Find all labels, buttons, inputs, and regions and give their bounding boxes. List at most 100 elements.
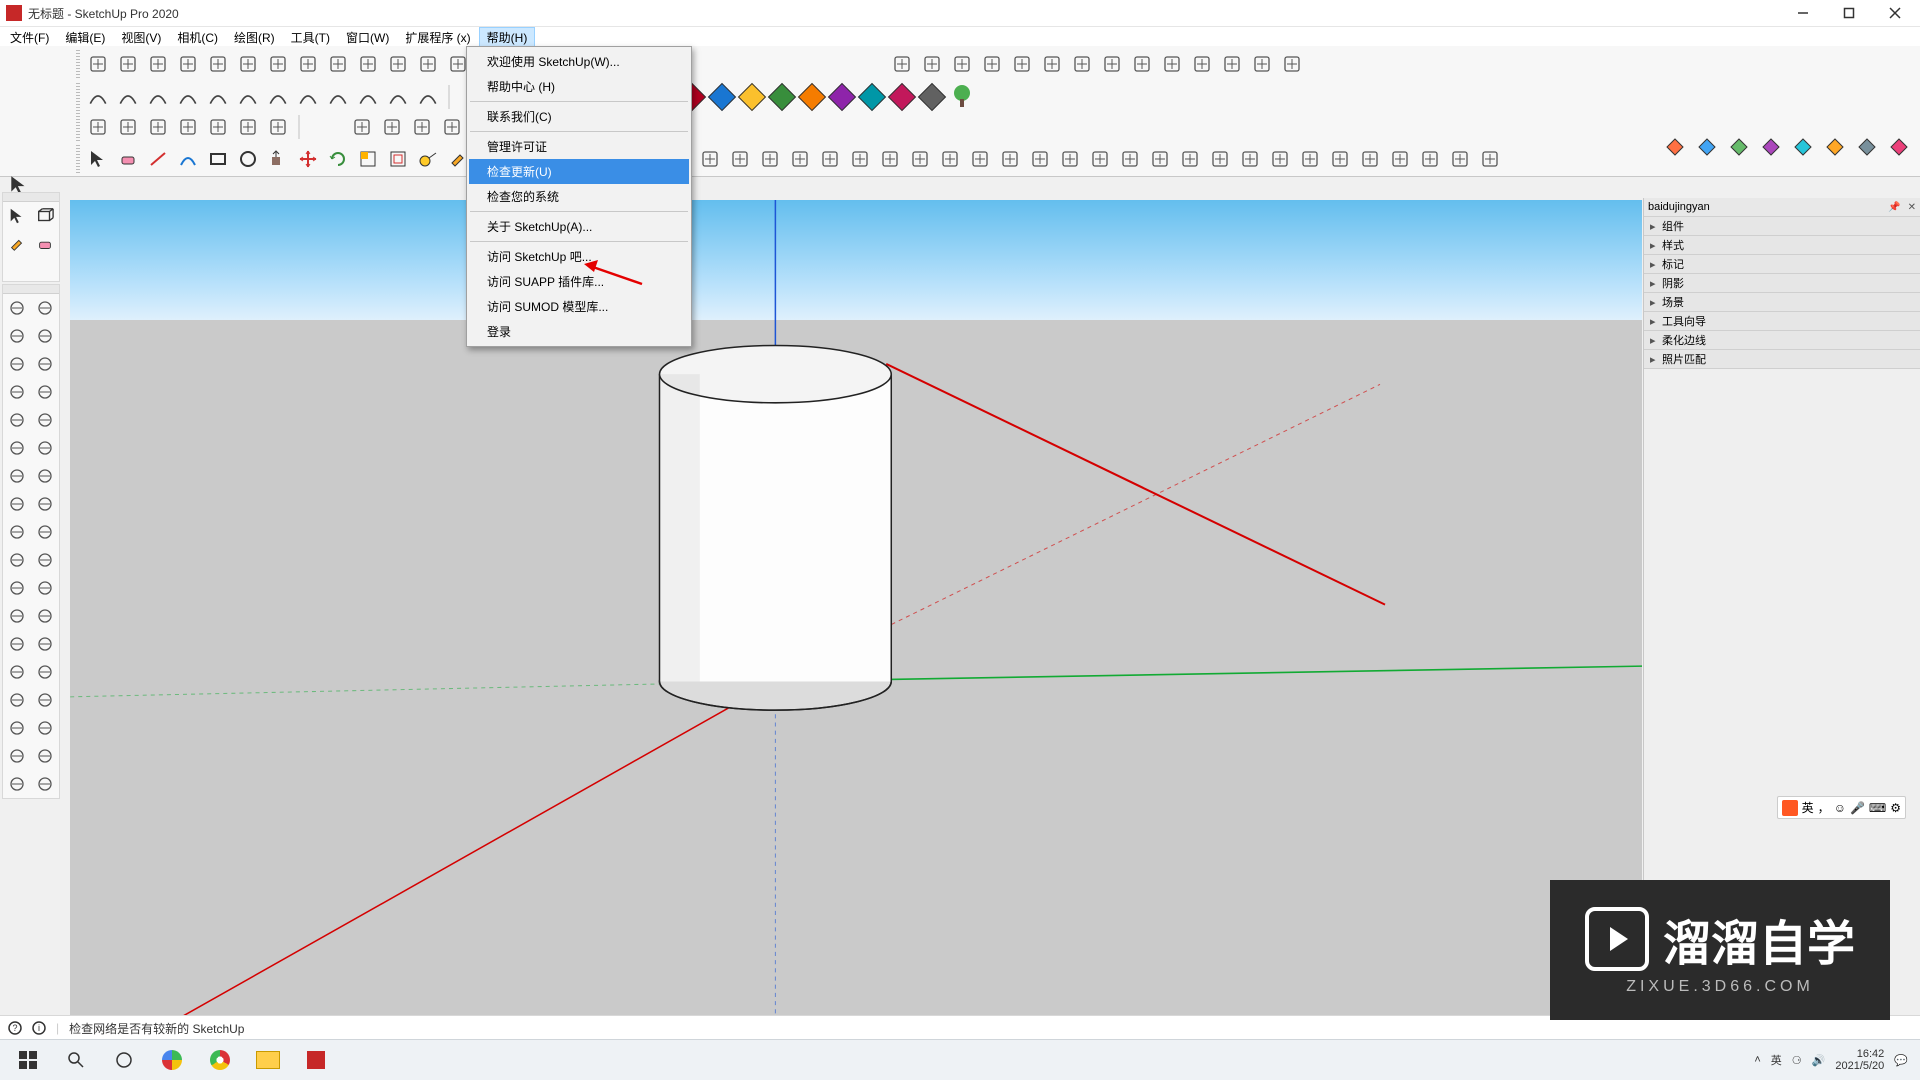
prev-icon[interactable] xyxy=(1248,50,1276,78)
tape-button[interactable] xyxy=(414,145,442,173)
tag2-icon[interactable] xyxy=(1446,145,1474,173)
ime-settings-icon[interactable]: ⚙ xyxy=(1890,801,1901,815)
tray-样式[interactable]: ▸样式 xyxy=(1644,236,1920,255)
solid2-icon[interactable] xyxy=(1820,132,1850,162)
revolve-icon[interactable] xyxy=(294,50,322,78)
tangent-icon[interactable] xyxy=(414,83,442,111)
loft-icon[interactable] xyxy=(324,50,352,78)
style1-icon[interactable] xyxy=(3,742,31,770)
line2-button[interactable] xyxy=(144,145,172,173)
group4-icon[interactable] xyxy=(876,145,904,173)
tape2-icon[interactable] xyxy=(3,518,31,546)
close-button[interactable] xyxy=(1872,0,1918,26)
ime-mic-icon[interactable]: 🎤 xyxy=(1850,801,1865,815)
pie-icon[interactable] xyxy=(31,378,59,406)
house3-icon[interactable] xyxy=(966,145,994,173)
menu-x[interactable]: 扩展程序 (x) xyxy=(397,27,478,48)
house5-icon[interactable] xyxy=(1026,145,1054,173)
tray-组件[interactable]: ▸组件 xyxy=(1644,217,1920,236)
tray-工具向导[interactable]: ▸工具向导 xyxy=(1644,312,1920,331)
eraser-button[interactable] xyxy=(114,145,142,173)
help-menu-item[interactable]: 登录 xyxy=(469,319,689,344)
orbit-icon[interactable] xyxy=(1218,50,1246,78)
eye-off-icon[interactable] xyxy=(264,113,292,141)
rect-icon[interactable] xyxy=(3,322,31,350)
start-button[interactable] xyxy=(6,1040,50,1080)
circle-icon[interactable] xyxy=(3,350,31,378)
arc3-button[interactable] xyxy=(174,145,202,173)
tray-pin-icon[interactable]: 📌 xyxy=(1888,202,1900,213)
circle-icon[interactable] xyxy=(204,83,232,111)
protractor2-icon[interactable] xyxy=(31,518,59,546)
tag-color-1[interactable] xyxy=(708,83,736,111)
ime-emoji-icon[interactable]: ☺ xyxy=(1834,801,1846,815)
help-menu-item[interactable]: 联系我们(C) xyxy=(469,104,689,129)
eye-icon[interactable] xyxy=(234,113,262,141)
iso-icon[interactable] xyxy=(888,50,916,78)
tray-标记[interactable]: ▸标记 xyxy=(1644,255,1920,274)
offset2-button[interactable] xyxy=(384,145,412,173)
offset-r-icon[interactable] xyxy=(3,490,31,518)
text2-icon[interactable] xyxy=(3,546,31,574)
help-menu-item[interactable]: 访问 SUMOD 模型库... xyxy=(469,294,689,319)
pan3-icon[interactable] xyxy=(31,602,59,630)
taskbar-app-chrome[interactable] xyxy=(198,1040,242,1080)
tray-柔化边线[interactable]: ▸柔化边线 xyxy=(1644,331,1920,350)
render1-icon[interactable] xyxy=(3,770,31,798)
comp-make-icon[interactable] xyxy=(84,113,112,141)
rotate-g-icon[interactable] xyxy=(3,434,31,462)
rect-rot-icon[interactable] xyxy=(31,322,59,350)
scale-y-icon[interactable] xyxy=(3,462,31,490)
shape-icon[interactable] xyxy=(144,50,172,78)
ime-punct[interactable]: ， xyxy=(1818,799,1830,816)
scale-button[interactable] xyxy=(354,145,382,173)
style2-icon[interactable] xyxy=(31,742,59,770)
minimize-button[interactable] xyxy=(1780,0,1826,26)
doc2-icon[interactable] xyxy=(1086,145,1114,173)
back-icon[interactable] xyxy=(1008,50,1036,78)
extrude-icon[interactable] xyxy=(384,50,412,78)
front-icon[interactable] xyxy=(948,50,976,78)
star2-icon[interactable] xyxy=(1326,145,1354,173)
tree-icon[interactable] xyxy=(948,83,976,111)
tag-color-2[interactable] xyxy=(738,83,766,111)
freehand-icon[interactable] xyxy=(31,294,59,322)
bezier-icon[interactable] xyxy=(384,83,412,111)
help-icon[interactable]: ? xyxy=(8,1021,22,1035)
flip-icon[interactable] xyxy=(31,434,59,462)
sandbox2-icon[interactable] xyxy=(31,714,59,742)
line-icon[interactable] xyxy=(84,83,112,111)
model-viewport[interactable] xyxy=(70,200,1642,1040)
gear-icon[interactable] xyxy=(1476,145,1504,173)
cut-icon[interactable] xyxy=(408,113,436,141)
walk-icon[interactable] xyxy=(1098,50,1126,78)
follow-icon[interactable] xyxy=(31,406,59,434)
pointer-icon[interactable] xyxy=(3,202,31,230)
tray-chevron-icon[interactable]: ˄ xyxy=(1754,1054,1760,1066)
solid3-icon[interactable] xyxy=(1852,132,1882,162)
polygon-icon[interactable] xyxy=(31,350,59,378)
help-menu-item[interactable]: 检查更新(U) xyxy=(469,159,689,184)
help-menu-item[interactable]: 帮助中心 (H) xyxy=(469,74,689,99)
zoom-ext-icon[interactable] xyxy=(1158,50,1186,78)
prev-view-icon[interactable] xyxy=(31,658,59,686)
torus-icon[interactable] xyxy=(696,145,724,173)
persp-icon[interactable] xyxy=(1068,50,1096,78)
left-icon[interactable] xyxy=(1038,50,1066,78)
taskbar-app-browser[interactable] xyxy=(150,1040,194,1080)
tray-network-icon[interactable]: ⚆ xyxy=(1792,1054,1802,1067)
tag-color-3[interactable] xyxy=(768,83,796,111)
book1-icon[interactable] xyxy=(1176,145,1204,173)
help-menu-item[interactable]: 关于 SketchUp(A)... xyxy=(469,214,689,239)
rect2-button[interactable] xyxy=(204,145,232,173)
doc3-icon[interactable] xyxy=(1116,145,1144,173)
taskbar-app-sketchup[interactable] xyxy=(294,1040,338,1080)
replace-icon[interactable] xyxy=(174,113,202,141)
tray-ime-icon[interactable]: 英 xyxy=(1771,1052,1782,1068)
lasso-icon[interactable] xyxy=(114,50,142,78)
shield-icon[interactable] xyxy=(1416,145,1444,173)
3pt-icon[interactable] xyxy=(354,83,382,111)
pushpull-button[interactable] xyxy=(264,145,292,173)
move-button[interactable] xyxy=(294,145,322,173)
tray-阴影[interactable]: ▸阴影 xyxy=(1644,274,1920,293)
